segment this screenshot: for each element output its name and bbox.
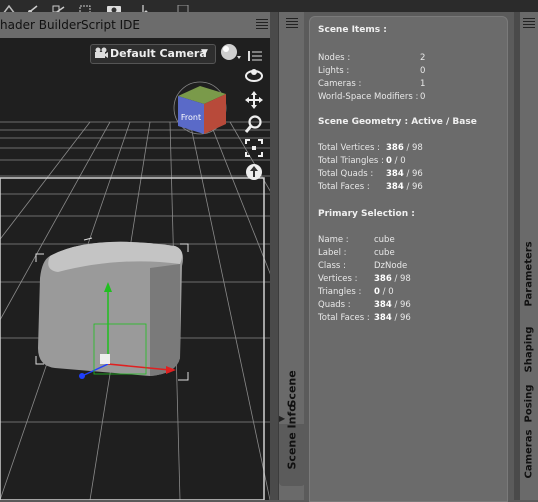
selection-value: 384 / 96	[374, 300, 411, 310]
tab-parameters-label: Parameters	[523, 241, 535, 307]
side-tab-column: Scene Scene Info ▶	[278, 12, 306, 500]
nav-cube-face-label: Front	[181, 113, 201, 122]
scene-item-label: World-Space Modifiers :	[318, 92, 419, 102]
main-toolbar	[0, 0, 538, 16]
selection-label: Triangles :	[318, 287, 362, 297]
scene-item-value: 0	[420, 66, 426, 76]
right-pane-menu-icon[interactable]	[521, 16, 537, 30]
selection-label: Name :	[318, 235, 349, 245]
scene-info-panel: Scene Items : Nodes : 2 Lights : 0 Camer…	[304, 12, 514, 502]
scene-geometry-title: Scene Geometry : Active / Base	[318, 117, 477, 127]
tab-scene-info-label: Scene Info	[285, 404, 299, 470]
viewport-menu-icon[interactable]	[246, 48, 264, 62]
scene-item-value: 0	[420, 92, 426, 102]
frame-selection-icon[interactable]	[244, 138, 264, 158]
brush-tool-icon[interactable]	[26, 0, 40, 15]
viewport-tab-strip: hader Builder Script IDE	[0, 12, 274, 39]
geometry-label: Total Vertices :	[318, 143, 381, 153]
pan-camera-icon[interactable]	[244, 90, 264, 110]
right-tab-column: Parameters Shaping Posing Cameras	[520, 12, 538, 500]
scene-item-label: Cameras :	[318, 79, 362, 89]
selection-value: cube	[374, 235, 395, 245]
pointer-tool-icon[interactable]	[140, 0, 154, 16]
tab-scene-info[interactable]: Scene Info	[279, 404, 305, 486]
geometry-label: Total Triangles :	[318, 156, 384, 166]
3d-viewport[interactable]: Front	[0, 38, 270, 500]
geometry-label: Total Faces :	[318, 182, 370, 192]
selection-main-value: 386	[374, 274, 392, 284]
selection-value: cube	[374, 248, 395, 258]
scene-items-title: Scene Items :	[318, 25, 387, 35]
geometry-label: Total Quads :	[318, 169, 374, 179]
selection-value: 386 / 98	[374, 274, 411, 284]
edit-tool-icon[interactable]	[52, 0, 66, 15]
selection-value: 384 / 96	[374, 313, 411, 323]
selection-label: Class :	[318, 261, 346, 271]
geometry-active-value: 384	[386, 169, 404, 179]
camera-select-dropdown[interactable]: Default Camera ▼	[90, 44, 216, 64]
toolbar-tool-icon[interactable]	[2, 0, 16, 15]
panel-splitter[interactable]	[270, 12, 278, 500]
reset-view-icon[interactable]	[244, 162, 264, 182]
camera-select-value: Default Camera	[110, 47, 207, 60]
selection-base-value: / 96	[391, 313, 411, 323]
camera-tool-icon[interactable]	[106, 0, 121, 14]
chevron-down-icon: ▼	[201, 48, 208, 58]
view-navigation-cube[interactable]: Front	[173, 81, 227, 135]
cube-object[interactable]	[38, 241, 184, 376]
geometry-value: 384 / 96	[386, 182, 423, 192]
selection-value: 0 / 0	[374, 287, 394, 297]
scene-item-label: Lights :	[318, 66, 350, 76]
draw-style-sphere-icon[interactable]	[219, 42, 241, 62]
primary-selection-title: Primary Selection :	[318, 209, 415, 219]
tab-script-ide[interactable]: Script IDE	[81, 18, 140, 32]
selection-main-value: DzNode	[374, 261, 408, 271]
orbit-camera-icon[interactable]	[244, 66, 264, 84]
tab-shader-builder[interactable]: hader Builder	[0, 18, 81, 32]
selection-value: DzNode	[374, 261, 407, 271]
selection-main-value: 384	[374, 300, 392, 310]
geometry-base-value: / 96	[403, 169, 423, 179]
selection-base-value: / 98	[391, 274, 411, 284]
viewport-scene[interactable]: Front	[0, 38, 270, 500]
region-tool-icon[interactable]	[78, 0, 92, 15]
selection-label: Vertices :	[318, 274, 358, 284]
geometry-base-value: / 0	[391, 156, 406, 166]
selection-label: Label :	[318, 248, 347, 258]
selection-main-value: 384	[374, 313, 392, 323]
tab-menu-icon[interactable]	[254, 17, 270, 31]
tab-shaping-label: Shaping	[523, 326, 535, 373]
selection-base-value: / 0	[379, 287, 394, 297]
zoom-camera-icon[interactable]	[244, 114, 264, 134]
pane-menu-icon[interactable]	[284, 16, 300, 30]
geometry-base-value: / 98	[403, 143, 423, 153]
geometry-active-value: 386	[386, 143, 404, 153]
tab-posing-label: Posing	[523, 384, 535, 423]
scene-item-label: Nodes :	[318, 53, 351, 63]
geometry-value: 0 / 0	[386, 156, 406, 166]
selection-base-value: / 96	[391, 300, 411, 310]
geometry-base-value: / 96	[403, 182, 423, 192]
tab-cameras[interactable]: Cameras	[520, 429, 538, 498]
selection-main-value: cube	[374, 235, 395, 245]
toolbar-extra-icon[interactable]	[176, 0, 190, 15]
geometry-value: 384 / 96	[386, 169, 423, 179]
selection-label: Total Faces :	[318, 313, 370, 323]
collapse-arrow-icon[interactable]: ▶	[279, 414, 285, 423]
scene-item-value: 2	[420, 53, 426, 63]
selection-main-value: cube	[374, 248, 395, 258]
camera-icon	[94, 47, 108, 59]
selection-label: Quads :	[318, 300, 351, 310]
tab-shaping[interactable]: Shaping	[520, 326, 538, 388]
geometry-active-value: 384	[386, 182, 404, 192]
geometry-value: 386 / 98	[386, 143, 423, 153]
scene-item-value: 1	[420, 79, 426, 89]
tab-cameras-label: Cameras	[523, 429, 535, 479]
